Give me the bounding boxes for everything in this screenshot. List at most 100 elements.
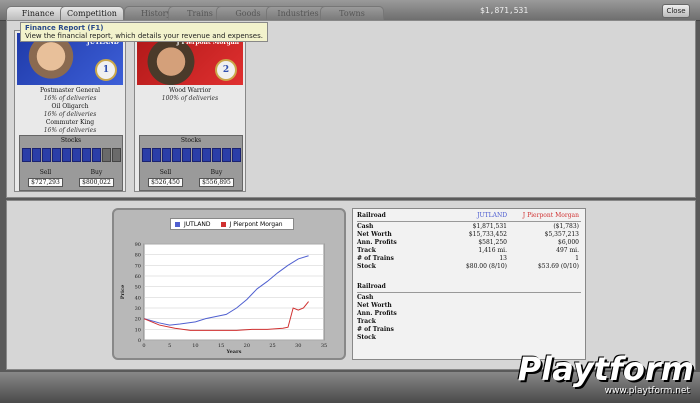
table-row: Net Worth $15,733,452 $5,357,213 [357, 231, 579, 238]
y-tick-label: 20 [135, 317, 141, 323]
stocks-panel: Stocks Sell Buy $727,293 $800,022 [19, 135, 123, 191]
x-tick-label: 5 [168, 343, 171, 349]
cash-display: $1,871,531 [480, 6, 529, 15]
y-tick-label: 10 [135, 327, 141, 333]
legend-entry: JUTLAND [184, 220, 211, 228]
stock-share-icon [51, 148, 61, 162]
player-titles: Wood Warrior 100% of deliveries [135, 87, 245, 103]
stock-price-chart: 0 10 20 30 40 50 60 70 80 90 0 5 10 15 20 25 30 35 Years Pr… [120, 242, 327, 354]
title-name: Postmaster General [39, 87, 101, 94]
player-titles: Postmaster General 16% of deliveries Oil… [15, 87, 125, 135]
sell-label: Sell [39, 169, 52, 176]
stock-shares [20, 148, 122, 162]
close-button[interactable]: Close [662, 4, 690, 18]
table-row: Ann. Profits $581,250 $6,000 [357, 239, 579, 246]
title-name: Oil Oligarch [51, 103, 89, 110]
sell-button[interactable]: $727,293 [28, 178, 63, 187]
title-note: 16% of deliveries [43, 95, 97, 102]
buy-button[interactable]: $556,895 [199, 178, 234, 187]
x-tick-label: 10 [192, 343, 198, 349]
tooltip-title: Finance Report (F1) [25, 24, 104, 32]
table-row: Net Worth [357, 302, 392, 309]
watermark-logo: Playtform www.playtform.net [494, 350, 694, 400]
stock-share-icon [211, 148, 221, 162]
x-tick-label: 20 [244, 343, 250, 349]
x-tick-label: 15 [218, 343, 224, 349]
sell-button[interactable]: $526,450 [148, 178, 183, 187]
stock-share-icon [171, 148, 181, 162]
table-row: Track 1,416 mi. 497 mi. [357, 247, 579, 254]
tooltip: Finance Report (F1) View the financial r… [20, 22, 268, 42]
x-tick-label: 25 [269, 343, 275, 349]
table-header-2: Railroad [357, 283, 386, 290]
railroad-comparison-table: Railroad JUTLAND J Pierpont Morgan Cash $… [352, 208, 586, 360]
table-header: Railroad JUTLAND J Pierpont Morgan [357, 212, 579, 219]
y-tick-label: 70 [135, 263, 141, 269]
legend-entry: J Pierpont Morgan [229, 220, 283, 228]
watermark-text: Playtform [517, 350, 694, 388]
stocks-label: Stocks [180, 137, 202, 144]
plot-area [143, 243, 325, 341]
stock-share-icon [111, 148, 121, 162]
stock-share-icon [161, 148, 171, 162]
y-tick-label: 40 [135, 295, 141, 301]
watermark-url: www.playtform.net [604, 386, 690, 396]
comparison-panel [6, 200, 696, 370]
title-note: 16% of deliveries [43, 111, 97, 118]
tooltip-text: View the financial report, which details… [25, 32, 263, 40]
stock-share-icon [231, 148, 241, 162]
rank-medal-icon: 2 [215, 59, 237, 81]
sell-label: Sell [159, 169, 172, 176]
table-row: # of Trains 13 1 [357, 255, 579, 262]
stock-share-icon [221, 148, 231, 162]
x-tick-label: 35 [321, 343, 327, 349]
y-tick-label: 60 [135, 274, 141, 280]
x-tick-label: 0 [142, 343, 145, 349]
y-tick-label: 30 [135, 306, 141, 312]
title-note: 100% of deliveries [161, 95, 219, 102]
title-name: Commuter King [45, 119, 95, 126]
table-row: # of Trains [357, 326, 394, 333]
stock-share-icon [101, 148, 111, 162]
y-tick-label: 90 [135, 242, 141, 248]
table-row: Cash $1,871,531 ($1,783) [357, 223, 579, 230]
y-tick-label: 80 [135, 253, 141, 259]
stock-share-icon [31, 148, 41, 162]
legend-swatch [175, 221, 180, 227]
stock-share-icon [191, 148, 201, 162]
player-card-1: JUTLAND 1 Postmaster General 16% of deli… [14, 30, 126, 192]
buy-button[interactable]: $800,022 [79, 178, 114, 187]
stock-share-icon [181, 148, 191, 162]
x-tick-label: 30 [295, 343, 301, 349]
y-tick-label: 50 [135, 285, 141, 291]
rank-medal-icon: 1 [95, 59, 117, 81]
stocks-label: Stocks [60, 137, 82, 144]
title-note: 16% of deliveries [43, 127, 97, 134]
tab-bar: Finance Competition History Trains Goods… [0, 0, 700, 21]
stocks-panel: Stocks Sell Buy $526,450 $556,895 [139, 135, 243, 191]
stock-share-icon [201, 148, 211, 162]
table-row: Stock [357, 334, 376, 341]
table-row: Track [357, 318, 376, 325]
y-tick-label: 0 [138, 338, 141, 344]
buy-label: Buy [90, 169, 103, 176]
stock-shares [140, 148, 242, 162]
table-row: Cash [357, 294, 374, 301]
x-axis-label: Years [225, 349, 241, 354]
table-row: Stock $80.00 (8/10) $53.69 (0/10) [357, 263, 579, 270]
stock-share-icon [21, 148, 31, 162]
legend-swatch [220, 221, 226, 227]
title-name: Wood Warrior [168, 87, 212, 94]
buy-label: Buy [210, 169, 223, 176]
player-card-2: J Pierpont Morgan 2 Wood Warrior 100% of… [134, 30, 246, 192]
stock-share-icon [141, 148, 151, 162]
tab-competition[interactable]: Competition [60, 6, 124, 20]
tab-towns[interactable]: Towns [320, 6, 384, 20]
y-axis-label: Price [120, 285, 126, 300]
stock-share-icon [61, 148, 71, 162]
stock-share-icon [41, 148, 51, 162]
table-row: Ann. Profits [357, 310, 397, 317]
chart-legend: JUTLAND J Pierpont Morgan [170, 218, 294, 230]
stock-share-icon [81, 148, 91, 162]
stock-share-icon [151, 148, 161, 162]
